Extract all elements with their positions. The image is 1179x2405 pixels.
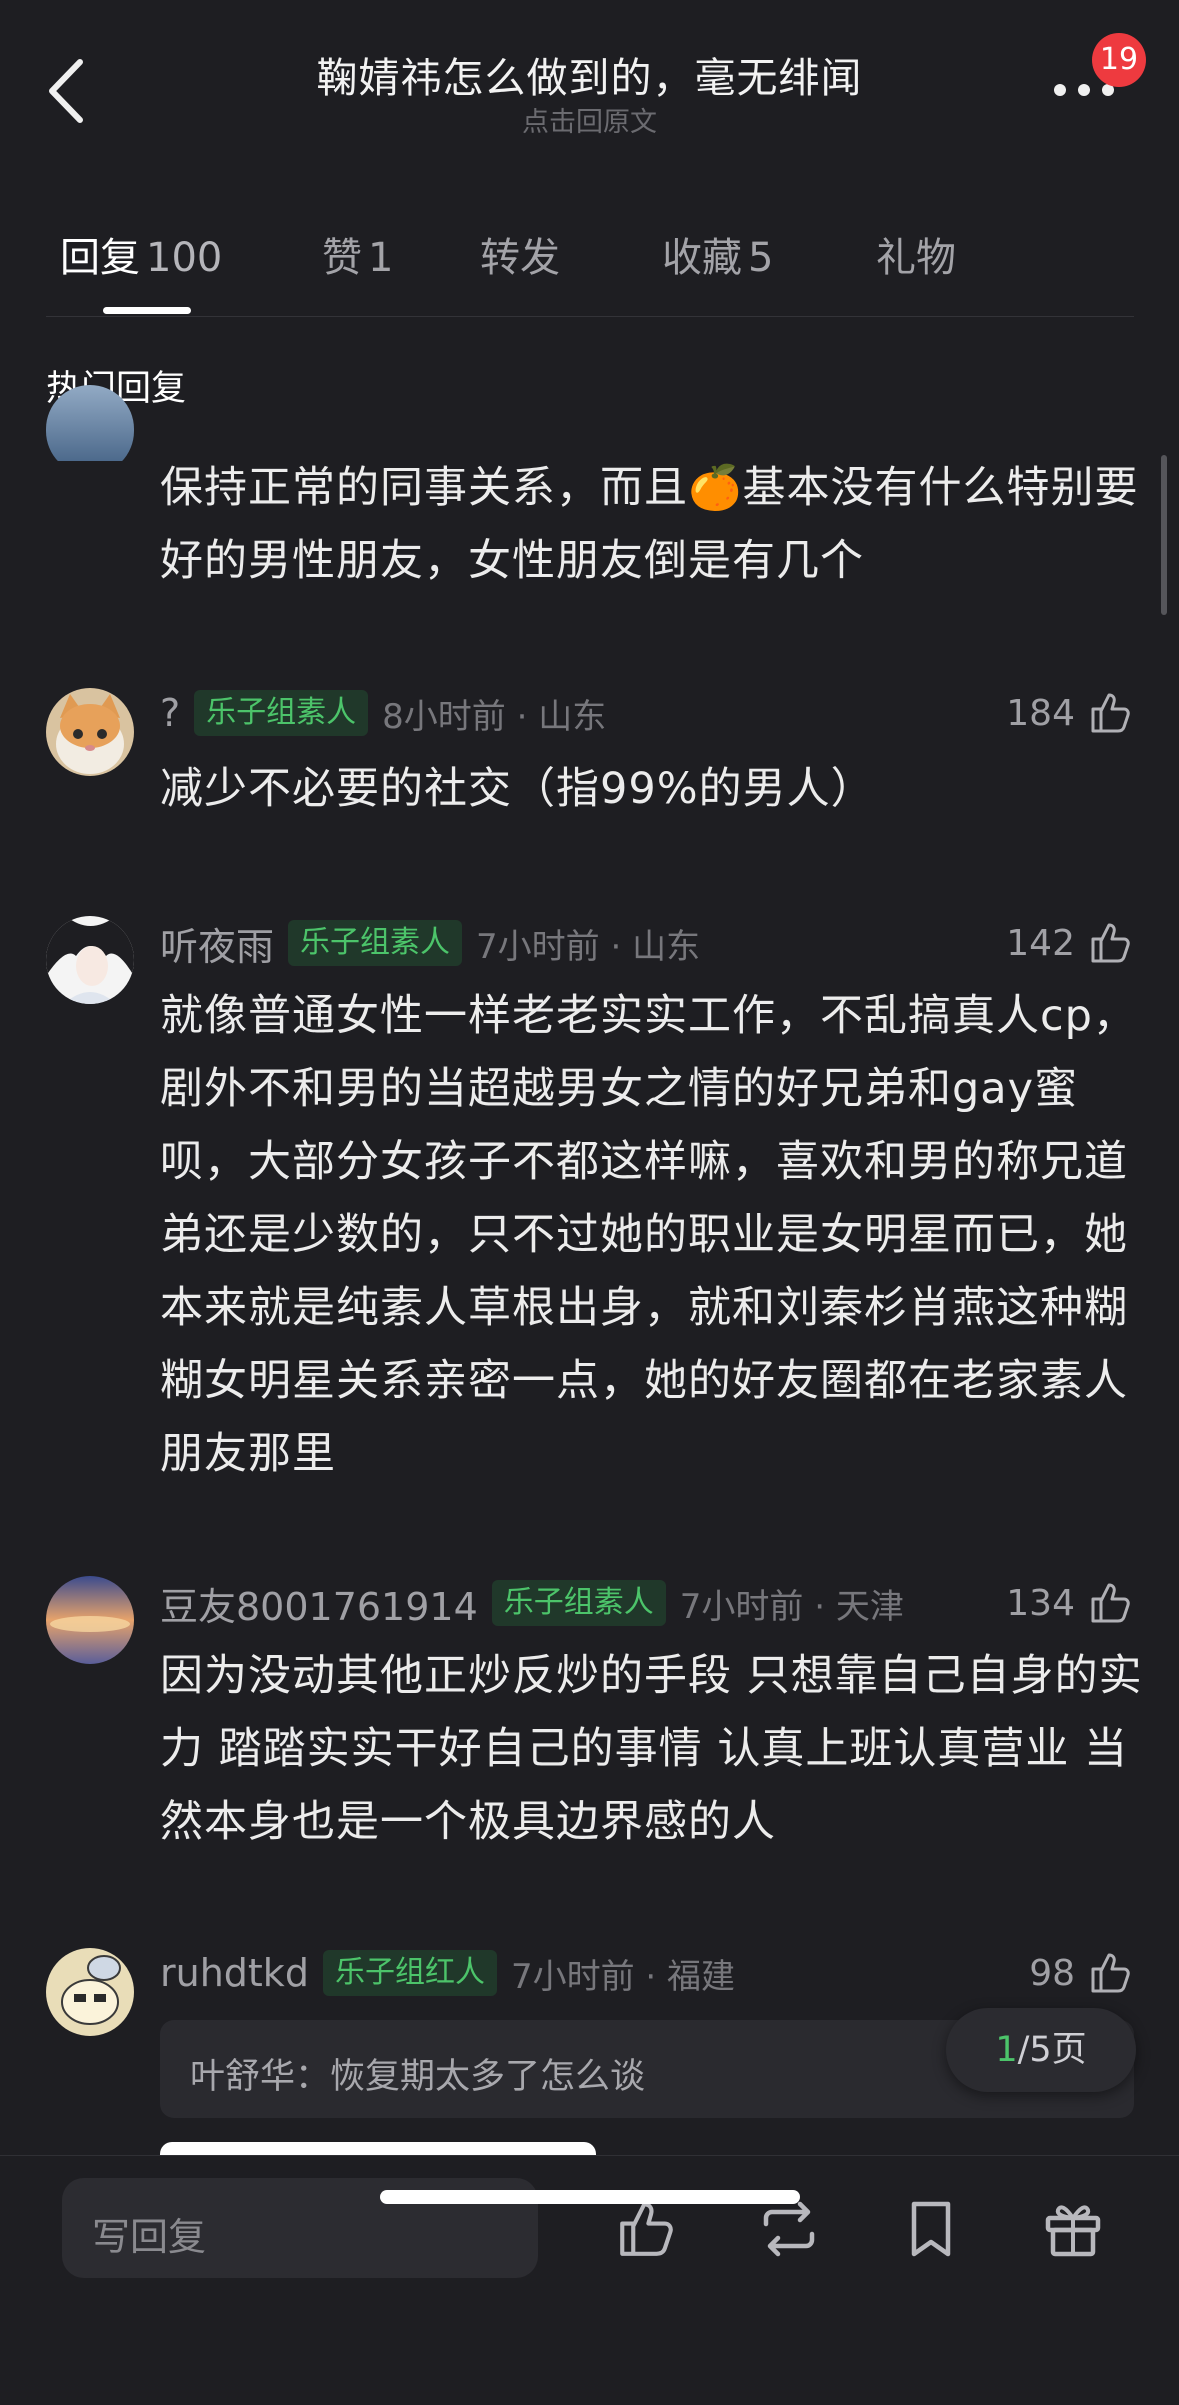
scrollbar[interactable] <box>1161 455 1167 615</box>
comment-time-location: 8小时前 · 山东 <box>382 696 607 737</box>
tab-favorites[interactable]: 收藏 5 <box>662 225 773 283</box>
like-count: 184 <box>1006 692 1075 734</box>
notification-badge: 19 <box>1092 33 1146 87</box>
tab-likes[interactable]: 赞1 <box>322 225 393 283</box>
post-title[interactable]: 鞠婧祎怎么做到的，毫无绯闻 <box>220 44 959 104</box>
gift-icon <box>1045 2205 1101 2257</box>
tab-bar: 回复 100 赞1 转发 收藏 5 礼物 <box>0 215 1179 315</box>
back-to-original-link[interactable]: 点击回原文 <box>420 100 759 139</box>
avatar[interactable] <box>46 916 134 1004</box>
top-nav-bar: 鞠婧祎怎么做到的，毫无绯闻 点击回原文 19 <box>0 0 1179 170</box>
chevron-left-icon <box>49 59 83 123</box>
like-button[interactable]: 142 <box>1006 916 1135 970</box>
username[interactable]: ? <box>160 691 180 735</box>
comment-text: 就像普通女性一样老老实实工作，不乱搞真人cp，剧外不和男的当超越男女之情的好兄弟… <box>160 991 1137 1479</box>
avatar[interactable] <box>46 688 134 776</box>
like-post-button[interactable] <box>614 2196 680 2262</box>
comment-meta: 听夜雨 乐子组素人 7小时前 · 山东 <box>160 916 700 970</box>
user-tag-badge[interactable]: 乐子组素人 <box>491 1580 666 1626</box>
repost-button[interactable] <box>756 2196 822 2262</box>
home-indicator <box>380 2190 800 2204</box>
thumbs-up-icon <box>620 2202 673 2256</box>
divider <box>46 316 1134 317</box>
thumbs-up-icon <box>1091 1953 1130 1993</box>
bookmark-icon <box>911 2201 951 2257</box>
comment-meta: ? 乐子组素人 8小时前 · 山东 <box>160 686 606 740</box>
avatar[interactable] <box>46 385 134 475</box>
avatar[interactable] <box>46 1948 134 2036</box>
tab-replies[interactable]: 回复 100 <box>60 225 222 283</box>
thumbs-up-icon <box>1091 923 1130 963</box>
repost-icon <box>763 2201 815 2257</box>
quoted-reply-text: 叶舒华：恢复期太多了怎么谈 <box>190 2057 646 2097</box>
username[interactable]: ruhdtkd <box>160 1951 309 1995</box>
thumbs-up-icon <box>1091 693 1130 733</box>
gift-button[interactable] <box>1040 2196 1106 2262</box>
comment-time-location: 7小时前 · 福建 <box>510 1956 736 1997</box>
comment-text: 减少不必要的社交（指99%的男人） <box>160 764 875 814</box>
active-tab-indicator <box>103 307 191 314</box>
tab-gifts[interactable]: 礼物 <box>876 225 956 283</box>
comment-time-location: 7小时前 · 天津 <box>679 1586 904 1627</box>
page-indicator[interactable]: 1/5页 <box>946 2008 1136 2092</box>
thumbs-up-icon <box>1091 1583 1130 1623</box>
comment-time-location: 7小时前 · 山东 <box>476 926 701 967</box>
back-button[interactable] <box>42 56 102 126</box>
user-tag-badge[interactable]: 乐子组红人 <box>322 1950 497 1996</box>
user-tag-badge[interactable]: 乐子组素人 <box>194 690 369 736</box>
comment-meta: ruhdtkd 乐子组红人 7小时前 · 福建 <box>160 1946 735 2000</box>
user-tag-badge[interactable]: 乐子组素人 <box>288 920 463 966</box>
comment-text: 因为没动其他正炒反炒的手段 只想靠自己自身的实力 踏踏实实干好自己的事情 认真上… <box>160 1651 1143 1847</box>
username[interactable]: 豆友8001761914 <box>160 1576 478 1631</box>
comment-meta: 豆友8001761914 乐子组素人 7小时前 · 天津 <box>160 1576 904 1630</box>
like-button[interactable]: 134 <box>1006 1576 1135 1630</box>
comment-text: 保持正常的同事关系，而且🍊基本没有什么特别要好的男性朋友，女性朋友倒是有几个 <box>160 463 1139 586</box>
avatar[interactable] <box>46 1576 134 1664</box>
like-button[interactable]: 184 <box>1006 686 1135 740</box>
like-count: 98 <box>1029 1952 1075 1994</box>
like-count: 142 <box>1006 922 1075 964</box>
like-button[interactable]: 98 <box>1029 1946 1135 2000</box>
username[interactable]: 听夜雨 <box>160 916 274 971</box>
like-count: 134 <box>1006 1582 1075 1624</box>
bookmark-button[interactable] <box>898 2196 964 2262</box>
tab-reposts[interactable]: 转发 <box>480 225 560 283</box>
reply-placeholder: 写回复 <box>92 2215 207 2259</box>
